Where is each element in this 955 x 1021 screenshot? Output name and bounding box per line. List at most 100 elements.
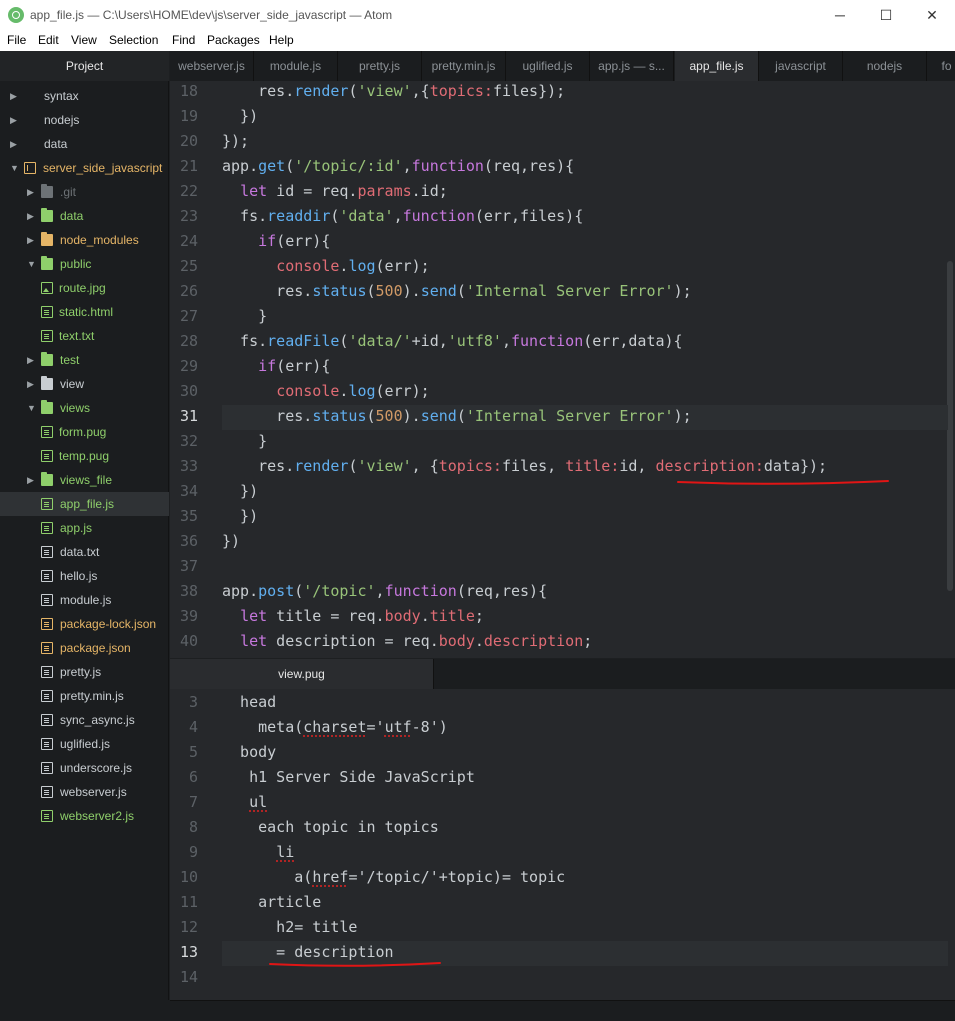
- chevron-right-icon[interactable]: ▶: [10, 108, 20, 132]
- menu-edit[interactable]: Edit: [38, 33, 59, 47]
- chevron-right-icon[interactable]: ▶: [27, 228, 37, 252]
- chevron-down-icon[interactable]: ▼: [27, 396, 37, 420]
- tree-item[interactable]: ▶ .git: [0, 180, 169, 204]
- tree-item[interactable]: ▶ data: [0, 132, 169, 156]
- chevron-right-icon[interactable]: ▶: [10, 84, 20, 108]
- tree-item[interactable]: ▶ syntax: [0, 84, 169, 108]
- tree-item[interactable]: webserver2.js: [0, 804, 169, 828]
- tree-item[interactable]: form.pug: [0, 420, 169, 444]
- code-line[interactable]: let description = req.body.description;: [222, 632, 592, 650]
- code-line[interactable]: }: [222, 432, 267, 450]
- tree-item[interactable]: route.jpg: [0, 276, 169, 300]
- code-line[interactable]: h1 Server Side JavaScript: [222, 768, 475, 786]
- code-line[interactable]: = description: [222, 943, 393, 961]
- tree-item[interactable]: webserver.js: [0, 780, 169, 804]
- tree-item[interactable]: pretty.js: [0, 660, 169, 684]
- code-line[interactable]: each topic in topics: [222, 818, 439, 836]
- code-line[interactable]: if(err){: [222, 357, 330, 375]
- code-line[interactable]: ul: [222, 793, 267, 811]
- tab-webserver-js[interactable]: webserver.js: [170, 51, 254, 81]
- tree-item[interactable]: ▼ views: [0, 396, 169, 420]
- code-line[interactable]: body: [222, 743, 276, 761]
- tree-item[interactable]: ▶ views_file: [0, 468, 169, 492]
- tab-javascript[interactable]: javascript: [759, 51, 843, 81]
- tree-item[interactable]: static.html: [0, 300, 169, 324]
- menu-selection[interactable]: Selection: [109, 33, 158, 47]
- code-line[interactable]: }): [222, 482, 258, 500]
- code-line[interactable]: res.status(500).send('Internal Server Er…: [222, 282, 691, 300]
- tab-uglified-js[interactable]: uglified.js: [506, 51, 590, 81]
- tree-item[interactable]: ▼ public: [0, 252, 169, 276]
- tab-fo[interactable]: fo: [927, 51, 955, 81]
- tree-item[interactable]: package-lock.json: [0, 612, 169, 636]
- tree-item[interactable]: ▶ node_modules: [0, 228, 169, 252]
- tree-item[interactable]: hello.js: [0, 564, 169, 588]
- code-line[interactable]: let id = req.params.id;: [222, 182, 448, 200]
- tree-item[interactable]: sync_async.js: [0, 708, 169, 732]
- tree-item[interactable]: ▶ view: [0, 372, 169, 396]
- tree-item[interactable]: ▼ server_side_javascript: [0, 156, 169, 180]
- code-line[interactable]: console.log(err);: [222, 257, 430, 275]
- tree-item[interactable]: ▶ nodejs: [0, 108, 169, 132]
- code-line[interactable]: app.post('/topic',function(req,res){: [222, 582, 547, 600]
- code-line[interactable]: let title = req.body.title;: [222, 607, 484, 625]
- code-line[interactable]: }): [222, 532, 240, 550]
- menu-file[interactable]: File: [7, 33, 26, 47]
- menu-help[interactable]: Help: [269, 33, 294, 47]
- tab-app-js[interactable]: app.js — s...: [590, 51, 674, 81]
- tree-item[interactable]: data.txt: [0, 540, 169, 564]
- chevron-down-icon[interactable]: ▼: [27, 252, 37, 276]
- tree-item[interactable]: uglified.js: [0, 732, 169, 756]
- tree-item[interactable]: ▶ test: [0, 348, 169, 372]
- menu-view[interactable]: View: [71, 33, 97, 47]
- chevron-right-icon[interactable]: ▶: [10, 132, 20, 156]
- tab-module-js[interactable]: module.js: [254, 51, 338, 81]
- minimize-button[interactable]: ─: [817, 0, 863, 30]
- code-line[interactable]: res.render('view', {topics:files, title:…: [222, 457, 827, 475]
- code-line[interactable]: fs.readdir('data',function(err,files){: [222, 207, 583, 225]
- code-line[interactable]: meta(charset='utf-8'): [222, 718, 448, 736]
- code-editor-view-pug[interactable]: 3 head 4 meta(charset='utf-8') 5 body 6 h1 …: [170, 689, 955, 1000]
- code-editor-app-file-js[interactable]: 18 res.render('view',{topics:files}); 19 …: [170, 81, 955, 658]
- code-line[interactable]: res.status(500).send('Internal Server Er…: [222, 407, 691, 425]
- tree-item[interactable]: app_file.js: [0, 492, 169, 516]
- code-line[interactable]: }): [222, 507, 258, 525]
- tab-view-pug[interactable]: view.pug: [170, 659, 434, 689]
- tree-item[interactable]: text.txt: [0, 324, 169, 348]
- tree-item[interactable]: pretty.min.js: [0, 684, 169, 708]
- code-line[interactable]: head: [222, 693, 276, 711]
- code-line[interactable]: res.render('view',{topics:files});: [222, 82, 565, 100]
- code-line[interactable]: h2= title: [222, 918, 357, 936]
- tree-item[interactable]: underscore.js: [0, 756, 169, 780]
- chevron-down-icon[interactable]: ▼: [10, 156, 20, 180]
- menu-find[interactable]: Find: [172, 33, 195, 47]
- code-line[interactable]: console.log(err);: [222, 382, 430, 400]
- code-line[interactable]: app.get('/topic/:id',function(req,res){: [222, 157, 574, 175]
- chevron-right-icon[interactable]: ▶: [27, 468, 37, 492]
- tree-item[interactable]: app.js: [0, 516, 169, 540]
- code-line[interactable]: li: [222, 843, 294, 861]
- code-line[interactable]: a(href='/topic/'+topic)= topic: [222, 868, 565, 886]
- close-button[interactable]: ✕: [909, 0, 955, 30]
- chevron-right-icon[interactable]: ▶: [27, 372, 37, 396]
- chevron-right-icon[interactable]: ▶: [27, 348, 37, 372]
- chevron-right-icon[interactable]: ▶: [27, 180, 37, 204]
- tree-item[interactable]: package.json: [0, 636, 169, 660]
- line-number: 8: [188, 818, 198, 836]
- tree-item[interactable]: module.js: [0, 588, 169, 612]
- code-line[interactable]: fs.readFile('data/'+id,'utf8',function(e…: [222, 332, 683, 350]
- tab-nodejs[interactable]: nodejs: [843, 51, 927, 81]
- tab-pretty-min-js[interactable]: pretty.min.js: [422, 51, 506, 81]
- code-line[interactable]: article: [222, 893, 321, 911]
- code-line[interactable]: if(err){: [222, 232, 330, 250]
- code-line[interactable]: }): [222, 107, 258, 125]
- chevron-right-icon[interactable]: ▶: [27, 204, 37, 228]
- tree-item[interactable]: ▶ data: [0, 204, 169, 228]
- tree-item[interactable]: temp.pug: [0, 444, 169, 468]
- code-line[interactable]: }: [222, 307, 267, 325]
- tab-app-file-js[interactable]: app_file.js: [675, 51, 759, 81]
- code-line[interactable]: });: [222, 132, 249, 150]
- menu-packages[interactable]: Packages: [207, 33, 260, 47]
- tab-pretty-js[interactable]: pretty.js: [338, 51, 422, 81]
- maximize-button[interactable]: ☐: [863, 0, 909, 30]
